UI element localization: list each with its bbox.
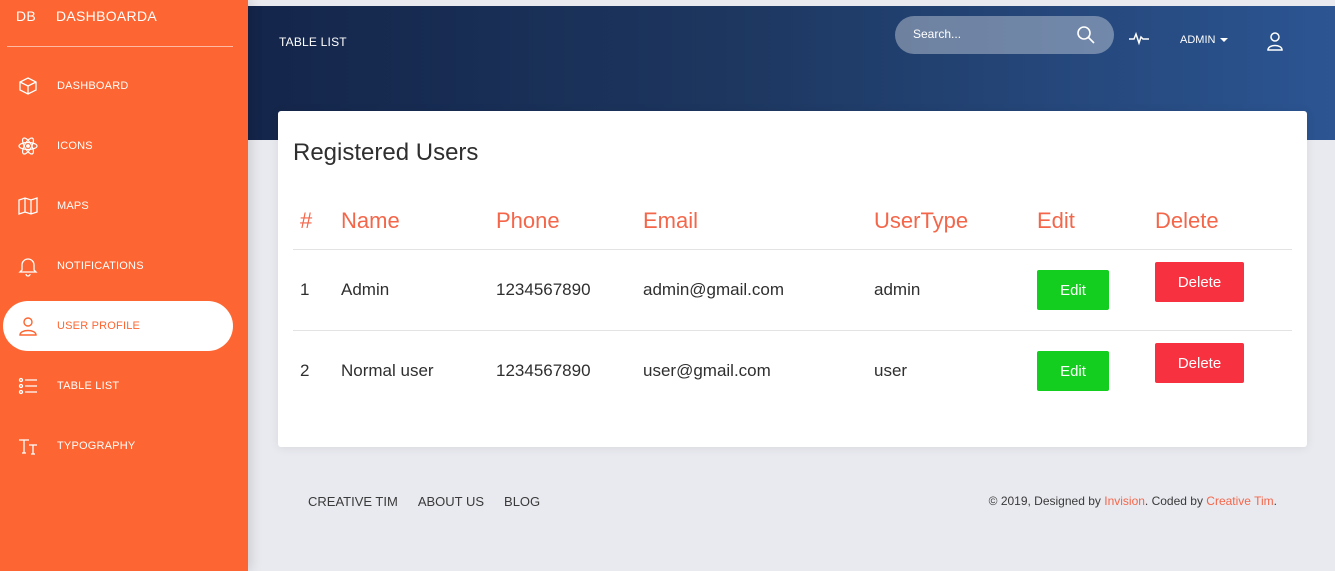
sidebar-item-label: TABLE LIST (57, 380, 120, 392)
map-icon (17, 195, 39, 217)
delete-button[interactable]: Delete (1155, 343, 1244, 383)
table-header: # Name Phone Email UserType Edit Delete (293, 200, 1292, 250)
activity-icon[interactable] (1128, 30, 1150, 46)
caret-down-icon (1220, 38, 1229, 42)
brand-name: DASHBOARDA (56, 8, 158, 24)
bell-icon (17, 255, 39, 277)
column-header: Name (341, 208, 400, 233)
sidebar-item-label: MAPS (57, 200, 89, 212)
search-icon[interactable] (1076, 25, 1096, 45)
column-header: UserType (874, 208, 969, 233)
footer-link-creative-tim[interactable]: CREATIVE TIM (308, 494, 398, 509)
search-box[interactable] (895, 16, 1114, 54)
admin-dropdown[interactable]: ADMIN (1180, 34, 1229, 46)
copyright-prefix: © 2019, Designed by (988, 494, 1105, 508)
cell-name: Admin (341, 280, 390, 299)
cube-icon (17, 75, 39, 97)
footer-link-about-us[interactable]: ABOUT US (418, 494, 484, 509)
table-row: 2 Normal user 1234567890 user@gmail.com … (293, 331, 1292, 412)
users-table: # Name Phone Email UserType Edit Delete … (293, 200, 1292, 412)
admin-label: ADMIN (1180, 34, 1216, 46)
column-header: # (300, 208, 313, 233)
cell-number: 2 (300, 361, 310, 380)
sidebar-item-label: ICONS (57, 140, 93, 152)
designer-link[interactable]: Invision (1104, 494, 1145, 508)
table-row: 1 Admin 1234567890 admin@gmail.com admin… (293, 250, 1292, 331)
sidebar-item-typography[interactable]: TYPOGRAPHY (0, 421, 248, 471)
registered-users-card: Registered Users # Name Phone Email User… (278, 111, 1307, 447)
sidebar-item-label: NOTIFICATIONS (57, 260, 144, 272)
column-header: Delete (1155, 208, 1219, 233)
list-icon (17, 375, 39, 397)
text-icon (17, 435, 39, 457)
search-input[interactable] (913, 27, 1063, 41)
sidebar: DB DASHBOARDA DASHBOARD ICONS MAPS NOTIF… (0, 0, 248, 571)
cell-email: user@gmail.com (643, 361, 771, 380)
copyright-suffix: . (1273, 494, 1277, 508)
card-title: Registered Users (293, 139, 479, 166)
atom-icon (17, 135, 39, 157)
column-header: Edit (1037, 208, 1075, 233)
sidebar-item-table-list[interactable]: TABLE LIST (0, 361, 248, 411)
copyright-mid: . Coded by (1144, 494, 1207, 508)
coder-link[interactable]: Creative Tim (1206, 494, 1273, 508)
sidebar-item-user-profile[interactable]: USER PROFILE (3, 301, 233, 351)
brand[interactable]: DB DASHBOARDA (0, 0, 248, 46)
user-icon (17, 315, 39, 337)
user-account-icon[interactable] (1265, 31, 1285, 51)
sidebar-item-maps[interactable]: MAPS (0, 181, 248, 231)
cell-phone: 1234567890 (496, 361, 591, 380)
footer-nav: CREATIVE TIM ABOUT US BLOG (308, 494, 540, 509)
column-header: Phone (496, 208, 560, 233)
sidebar-item-notifications[interactable]: NOTIFICATIONS (0, 241, 248, 291)
sidebar-nav: DASHBOARD ICONS MAPS NOTIFICATIONS USER … (0, 61, 248, 481)
edit-button[interactable]: Edit (1037, 351, 1109, 391)
cell-phone: 1234567890 (496, 280, 591, 299)
cell-usertype: admin (874, 280, 921, 299)
sidebar-item-label: USER PROFILE (57, 320, 141, 332)
sidebar-item-label: TYPOGRAPHY (57, 440, 136, 452)
copyright: © 2019, Designed by Invision. Coded by C… (989, 494, 1277, 508)
page-title[interactable]: TABLE LIST (279, 35, 347, 49)
delete-button[interactable]: Delete (1155, 262, 1244, 302)
sidebar-item-icons[interactable]: ICONS (0, 121, 248, 171)
cell-name: Normal user (341, 361, 434, 380)
cell-usertype: user (874, 361, 908, 380)
column-header: Email (643, 208, 699, 233)
cell-number: 1 (300, 280, 310, 299)
sidebar-item-dashboard[interactable]: DASHBOARD (0, 61, 248, 111)
brand-divider (7, 46, 233, 47)
brand-mini: DB (16, 8, 37, 24)
sidebar-item-label: DASHBOARD (57, 80, 129, 92)
footer-link-blog[interactable]: BLOG (504, 494, 540, 509)
cell-email: admin@gmail.com (643, 280, 785, 299)
edit-button[interactable]: Edit (1037, 270, 1109, 310)
